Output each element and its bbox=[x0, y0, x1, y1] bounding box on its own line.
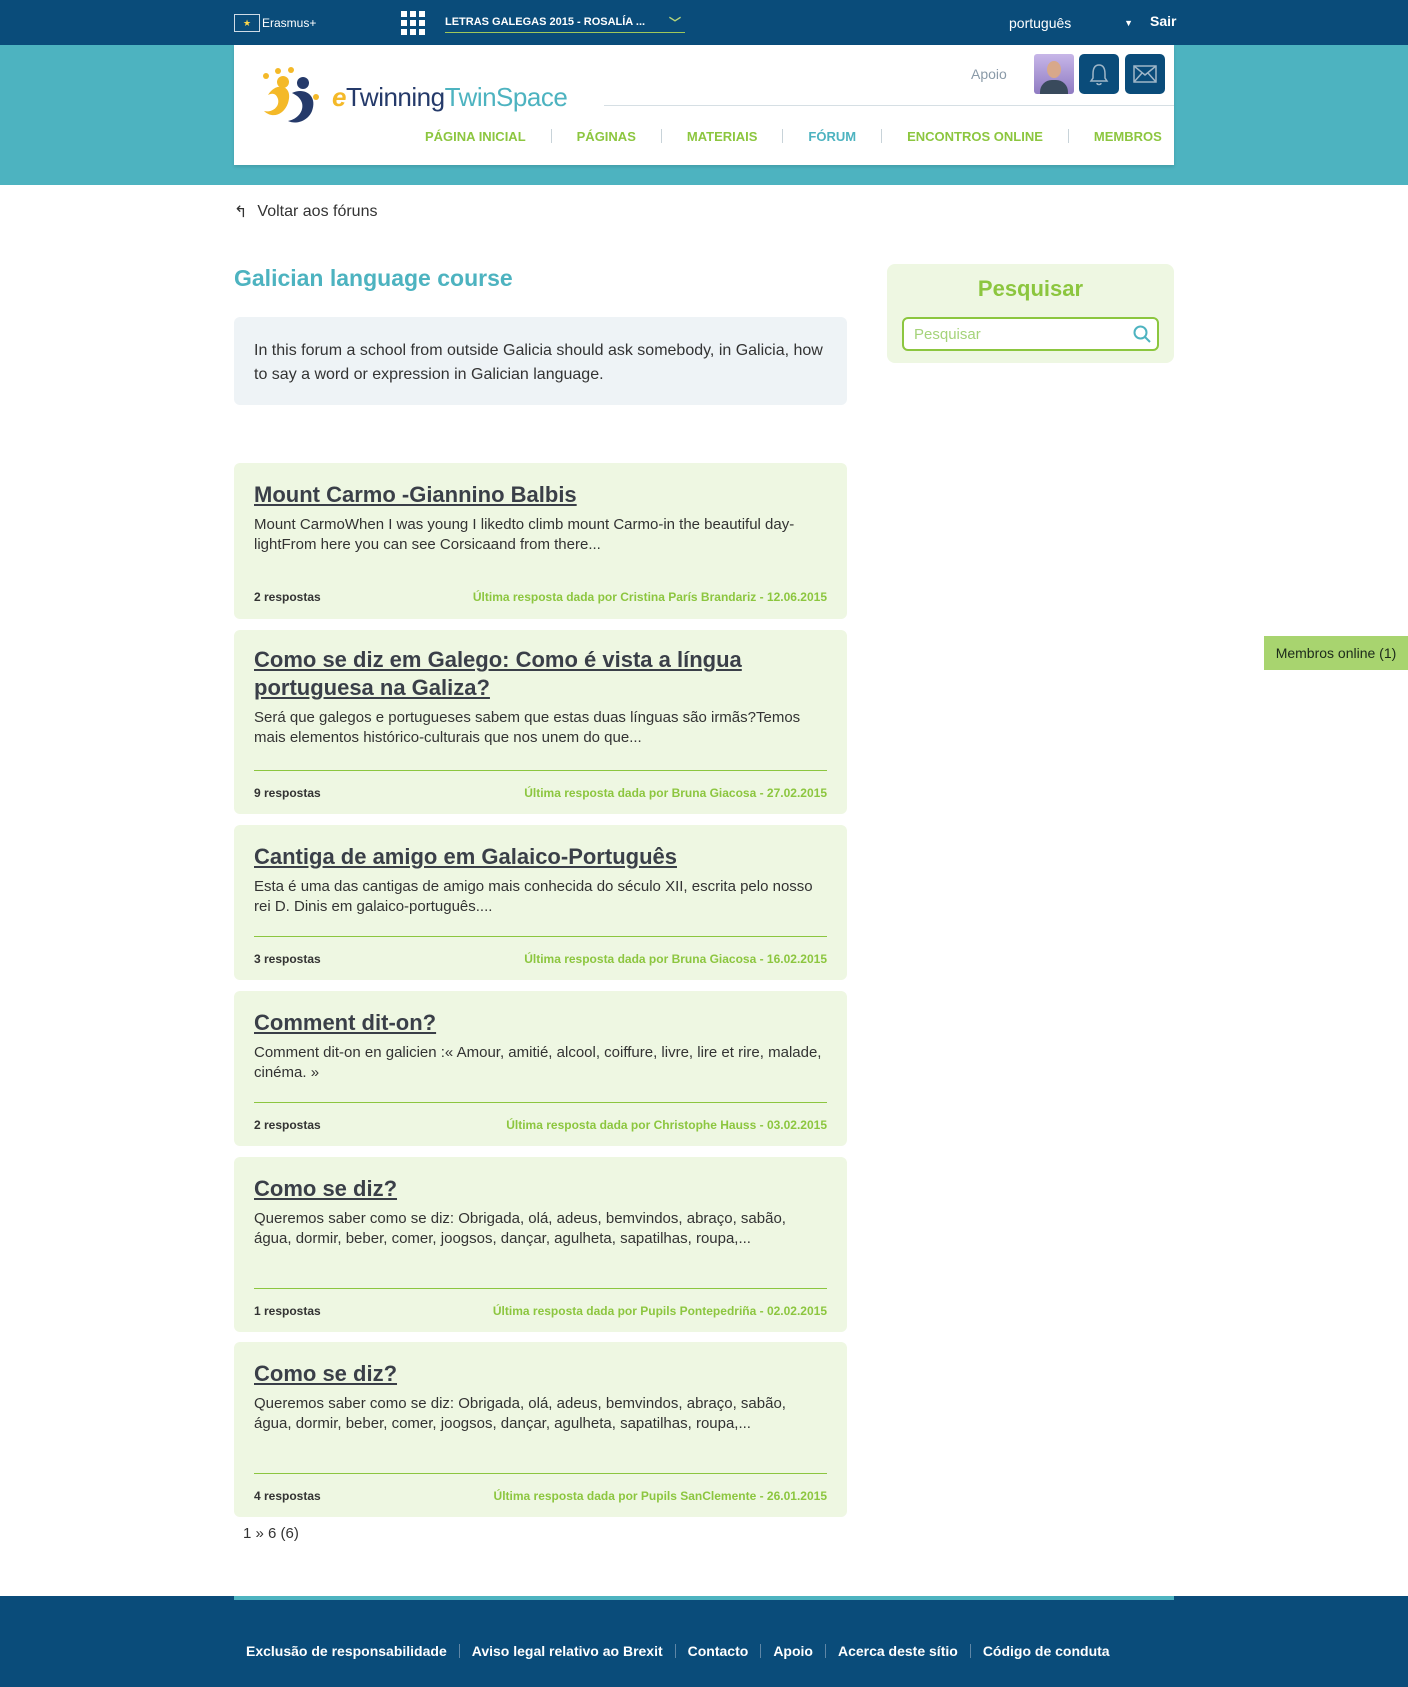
logout-link[interactable]: Sair bbox=[1150, 13, 1176, 29]
caret-down-icon: ▼ bbox=[1124, 18, 1133, 28]
thread-item: Como se diz? Queremos saber como se diz:… bbox=[234, 1157, 847, 1332]
last-reply-info: Última resposta dada por Bruna Giacosa -… bbox=[524, 785, 827, 800]
thread-footer: 2 respostas Última resposta dada por Chr… bbox=[254, 1102, 827, 1146]
thread-excerpt: Queremos saber como se diz: Obrigada, ol… bbox=[254, 1395, 786, 1432]
erasmus-logo[interactable]: ★ Erasmus+ bbox=[234, 12, 316, 34]
reply-count: 3 respostas bbox=[254, 951, 321, 966]
logo-wordmark: eTwinningTwinSpace bbox=[332, 81, 568, 112]
etwinning-logo[interactable]: eTwinningTwinSpace bbox=[258, 67, 568, 127]
header-card: eTwinningTwinSpace Apoio PÁGINA INICIAL … bbox=[234, 45, 1174, 165]
thread-title-link[interactable]: Comment dit-on? bbox=[254, 1009, 827, 1037]
apps-grid-icon[interactable] bbox=[401, 11, 425, 35]
chevron-down-icon: ﹀ bbox=[668, 15, 681, 30]
footer-link-about[interactable]: Acerca deste sítio bbox=[826, 1643, 970, 1659]
thread-excerpt: Comment dit-on en galicien :« Amour, ami… bbox=[254, 1044, 822, 1081]
reply-count: 2 respostas bbox=[254, 1117, 321, 1132]
project-label: LETRAS GALEGAS 2015 - ROSALÍA ... bbox=[445, 16, 646, 28]
thread-excerpt: Queremos saber como se diz: Obrigada, ol… bbox=[254, 1210, 786, 1247]
forum-description: In this forum a school from outside Gali… bbox=[234, 317, 847, 405]
eu-flag-icon: ★ bbox=[234, 14, 260, 32]
thread-title-link[interactable]: Como se diz? bbox=[254, 1360, 827, 1388]
nav-members[interactable]: MEMBROS bbox=[1069, 129, 1187, 144]
reply-count: 2 respostas bbox=[254, 590, 321, 604]
footer-link-disclaimer[interactable]: Exclusão de responsabilidade bbox=[234, 1643, 459, 1659]
erasmus-label: Erasmus+ bbox=[262, 16, 317, 30]
footer-link-contact[interactable]: Contacto bbox=[676, 1643, 761, 1659]
thread-footer: 2 respostas Última resposta dada por Cri… bbox=[254, 575, 827, 619]
avatar[interactable] bbox=[1034, 54, 1074, 94]
back-label: Voltar aos fóruns bbox=[257, 203, 378, 220]
support-link[interactable]: Apoio bbox=[971, 66, 1007, 82]
thread-footer: 4 respostas Última resposta dada por Pup… bbox=[254, 1473, 827, 1517]
page-title: Galician language course bbox=[234, 265, 513, 291]
footer-links: Exclusão de responsabilidade Aviso legal… bbox=[234, 1643, 1122, 1659]
footer-accent-rule bbox=[234, 1596, 1174, 1600]
thread-title-link[interactable]: Como se diz? bbox=[254, 1175, 827, 1203]
nav-forum[interactable]: FÓRUM bbox=[783, 129, 881, 144]
last-reply-info: Última resposta dada por Christophe Haus… bbox=[506, 1117, 827, 1132]
search-input[interactable] bbox=[902, 317, 1159, 351]
thread-title-link[interactable]: Mount Carmo -Giannino Balbis bbox=[254, 481, 827, 509]
thread-title-link[interactable]: Cantiga de amigo em Galaico-Português bbox=[254, 843, 827, 871]
pagination[interactable]: 1 » 6 (6) bbox=[243, 1525, 299, 1542]
top-bar: ★ Erasmus+ LETRAS GALEGAS 2015 - ROSALÍA… bbox=[0, 0, 1408, 45]
thread-footer: 9 respostas Última resposta dada por Bru… bbox=[254, 770, 827, 814]
last-reply-info: Última resposta dada por Cristina París … bbox=[472, 590, 827, 604]
header-divider bbox=[604, 105, 1174, 106]
reply-arrow-icon: ↰ bbox=[234, 204, 248, 221]
etwinning-figures-icon bbox=[263, 67, 319, 123]
thread-footer: 3 respostas Última resposta dada por Bru… bbox=[254, 936, 827, 980]
footer: Exclusão de responsabilidade Aviso legal… bbox=[0, 1596, 1408, 1687]
thread-footer: 1 respostas Última resposta dada por Pup… bbox=[254, 1288, 827, 1332]
last-reply-info: Última resposta dada por Pupils Ponteped… bbox=[492, 1303, 827, 1318]
footer-link-code-of-conduct[interactable]: Código de conduta bbox=[971, 1643, 1122, 1659]
notifications-button[interactable] bbox=[1079, 54, 1119, 94]
footer-link-support[interactable]: Apoio bbox=[761, 1643, 825, 1659]
reply-count: 1 respostas bbox=[254, 1303, 321, 1318]
project-selector[interactable]: LETRAS GALEGAS 2015 - ROSALÍA ... ﹀ bbox=[445, 12, 685, 33]
language-label: português bbox=[1009, 15, 1072, 31]
thread-excerpt: Esta é uma das cantigas de amigo mais co… bbox=[254, 878, 813, 915]
nav-materials[interactable]: MATERIAIS bbox=[662, 129, 783, 144]
language-selector[interactable]: português ▼ bbox=[1009, 13, 1133, 33]
thread-item: Como se diz? Queremos saber como se diz:… bbox=[234, 1342, 847, 1517]
search-icon[interactable] bbox=[1133, 325, 1151, 343]
messages-button[interactable] bbox=[1125, 54, 1165, 94]
reply-count: 4 respostas bbox=[254, 1488, 321, 1503]
footer-link-brexit[interactable]: Aviso legal relativo ao Brexit bbox=[460, 1643, 675, 1659]
thread-item: Cantiga de amigo em Galaico-Português Es… bbox=[234, 825, 847, 980]
search-title: Pesquisar bbox=[977, 276, 1084, 301]
thread-item: Como se diz em Galego: Como é vista a lí… bbox=[234, 630, 847, 814]
thread-title-link[interactable]: Como se diz em Galego: Como é vista a lí… bbox=[254, 646, 827, 702]
thread-item: Mount Carmo -Giannino Balbis Mount Carmo… bbox=[234, 463, 847, 619]
thread-item: Comment dit-on? Comment dit-on en galici… bbox=[234, 991, 847, 1146]
thread-excerpt: Será que galegos e portugueses sabem que… bbox=[254, 709, 801, 746]
last-reply-info: Última resposta dada por Bruna Giacosa -… bbox=[524, 951, 827, 966]
back-to-forums-link[interactable]: ↰ Voltar aos fóruns bbox=[234, 202, 377, 222]
members-online-tab[interactable]: Membros online (1) bbox=[1264, 636, 1408, 670]
main-nav: PÁGINA INICIAL PÁGINAS MATERIAIS FÓRUM E… bbox=[400, 126, 1187, 146]
nav-pages[interactable]: PÁGINAS bbox=[552, 129, 661, 144]
search-panel: Pesquisar bbox=[887, 264, 1174, 363]
last-reply-info: Última resposta dada por Pupils SanCleme… bbox=[493, 1488, 827, 1503]
reply-count: 9 respostas bbox=[254, 785, 321, 800]
nav-home[interactable]: PÁGINA INICIAL bbox=[400, 129, 551, 144]
bell-icon bbox=[1089, 64, 1109, 86]
nav-online-meetings[interactable]: ENCONTROS ONLINE bbox=[882, 129, 1068, 144]
mail-icon bbox=[1133, 65, 1157, 83]
thread-excerpt: Mount CarmoWhen I was young I likedto cl… bbox=[254, 516, 795, 553]
